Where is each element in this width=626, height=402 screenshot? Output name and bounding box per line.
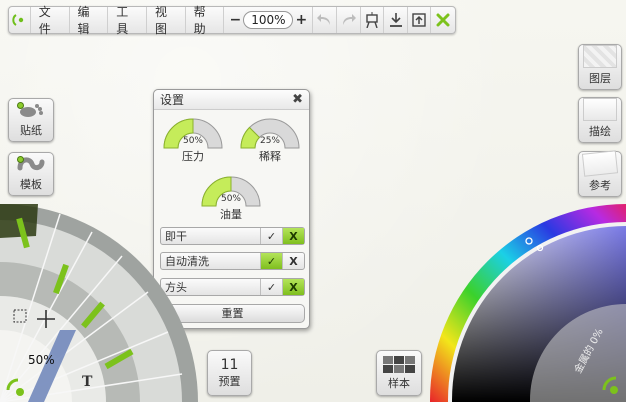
- undo-icon[interactable]: [313, 7, 337, 33]
- instant-dry-off-button[interactable]: X: [282, 228, 304, 244]
- instant-dry-on-button[interactable]: ✓: [260, 228, 282, 244]
- export-icon[interactable]: [408, 7, 432, 33]
- close-icon[interactable]: ✖: [292, 92, 303, 107]
- pressure-label: 压力: [182, 150, 204, 163]
- menu-edit[interactable]: 编辑: [70, 5, 109, 36]
- pin-icon: [17, 156, 24, 163]
- pressure-value: 50%: [182, 136, 203, 146]
- templates-label: 模板: [20, 178, 42, 191]
- reference-button[interactable]: 参考: [578, 150, 622, 197]
- thinning-gauge[interactable]: 25% 稀释: [237, 114, 303, 164]
- reference-thumbnail: [581, 150, 619, 177]
- zoom-control: − 100% +: [224, 7, 314, 33]
- main-toolbar: 文件 编辑 工具 视图 帮助 − 100% +: [8, 5, 456, 36]
- close-app-icon[interactable]: [431, 7, 455, 33]
- app-logo-icon[interactable]: [9, 7, 31, 33]
- menu-tools[interactable]: 工具: [108, 5, 147, 36]
- color-wheel[interactable]: 金属的 0%: [430, 204, 626, 402]
- templates-button[interactable]: 模板: [8, 152, 54, 196]
- presets-count: 11: [220, 357, 239, 373]
- paint-amount-gauge[interactable]: 50% 油量: [198, 172, 264, 222]
- layers-label: 图层: [589, 72, 611, 85]
- zoom-in-button[interactable]: +: [293, 7, 309, 33]
- tool-wheel[interactable]: T: [0, 204, 200, 402]
- samples-grid-icon: [383, 355, 415, 373]
- presets-label: 预置: [218, 375, 241, 388]
- stickers-button[interactable]: 贴纸: [8, 98, 54, 142]
- easel-icon[interactable]: [361, 7, 385, 33]
- samples-button[interactable]: 样本: [376, 350, 422, 396]
- auto-clean-on-button[interactable]: ✓: [260, 253, 282, 269]
- layers-thumbnail: [583, 45, 617, 68]
- tracing-button[interactable]: 描绘: [578, 97, 622, 143]
- tracing-thumbnail: [583, 98, 617, 121]
- paint-amount-value: 50%: [220, 194, 241, 204]
- pressure-gauge[interactable]: 50% 压力: [160, 114, 226, 164]
- text-tool-icon[interactable]: T: [82, 374, 93, 390]
- menu-help[interactable]: 帮助: [186, 5, 225, 36]
- stickers-label: 贴纸: [20, 124, 42, 137]
- layers-button[interactable]: 图层: [578, 44, 622, 90]
- square-head-on-button[interactable]: ✓: [260, 279, 282, 295]
- import-icon[interactable]: [384, 7, 408, 33]
- menu-view[interactable]: 视图: [147, 5, 186, 36]
- pin-icon: [17, 102, 24, 109]
- thinning-value: 25%: [259, 136, 280, 146]
- tracing-label: 描绘: [589, 125, 611, 138]
- zoom-out-button[interactable]: −: [227, 7, 243, 33]
- paint-amount-label: 油量: [220, 208, 242, 221]
- auto-clean-off-button[interactable]: X: [282, 253, 304, 269]
- redo-icon[interactable]: [337, 7, 361, 33]
- reference-label: 参考: [589, 179, 611, 192]
- settings-header: 设置 ✖: [154, 90, 309, 110]
- presets-button[interactable]: 11 预置: [207, 350, 252, 396]
- thinning-label: 稀释: [259, 150, 281, 163]
- brush-size-display: 50%: [28, 353, 55, 367]
- square-head-off-button[interactable]: X: [282, 279, 304, 295]
- samples-label: 样本: [388, 376, 410, 390]
- menu-file[interactable]: 文件: [31, 5, 70, 36]
- zoom-level-field[interactable]: 100%: [243, 11, 294, 29]
- settings-title: 设置: [160, 93, 185, 107]
